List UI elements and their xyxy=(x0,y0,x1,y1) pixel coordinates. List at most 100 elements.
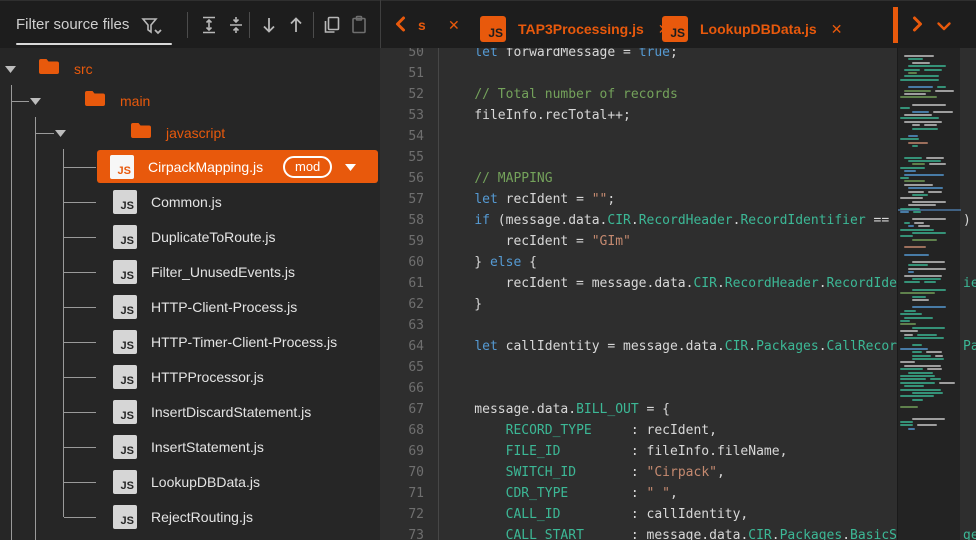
minimap-code-line xyxy=(912,61,931,64)
minimap-code-line xyxy=(925,351,943,354)
tree-item-HTTPProcessor.js[interactable]: JS HTTPProcessor.js xyxy=(0,359,380,394)
tree-item-HTTP-Client-Process.js[interactable]: JS HTTP-Client-Process.js xyxy=(0,289,380,324)
tabs-scroll-left-icon[interactable] xyxy=(392,15,410,38)
tree-item-HTTP-Timer-Client-Process.js[interactable]: JS HTTP-Timer-Client-Process.js xyxy=(0,324,380,359)
minimap-code-line xyxy=(912,124,921,127)
item-menu-caret-icon[interactable] xyxy=(345,158,356,176)
tree-item-CirpackMapping.js[interactable]: JS CirpackMapping.js mod xyxy=(0,149,380,184)
truncated-tab-fragment[interactable]: s xyxy=(418,17,425,33)
tree-item-main[interactable]: main xyxy=(0,85,380,117)
minimap-code-line xyxy=(912,110,929,113)
minimap-code-line xyxy=(900,107,911,110)
tabs-dropdown-icon[interactable] xyxy=(936,20,952,38)
tree-connector-line xyxy=(64,166,96,168)
minimap-code-line xyxy=(904,93,926,95)
tree-item-Common.js[interactable]: JS Common.js xyxy=(0,184,380,219)
code-line: recIdent = message.data.CIR.RecordHeader… xyxy=(443,276,897,291)
tree-item-LookupDBData.js[interactable]: JS LookupDBData.js xyxy=(0,464,380,499)
code-editor[interactable]: let forwardMessage = true; // Total numb… xyxy=(380,48,897,540)
minimap-code-line xyxy=(912,200,946,203)
tree-item-DuplicateToRoute.js[interactable]: JS DuplicateToRoute.js xyxy=(0,219,380,254)
minimap-code-line xyxy=(908,65,946,68)
js-file-icon: JS xyxy=(113,294,137,319)
minimap[interactable] xyxy=(897,48,961,540)
tree-item-src[interactable]: src xyxy=(0,53,380,85)
file-label: RejectRouting.js xyxy=(151,508,253,525)
file-label: CirpackMapping.js xyxy=(148,158,264,175)
tab-splitter-handle[interactable] xyxy=(893,7,898,43)
file-label: LookupDBData.js xyxy=(151,473,260,490)
tab-LookupDBData.js[interactable]: JS LookupDBData.js ✕ xyxy=(662,9,842,49)
minimap-code-line xyxy=(900,347,928,350)
toolbar-separator xyxy=(313,12,314,38)
filter-source-files-input[interactable] xyxy=(16,10,138,38)
minimap-code-line xyxy=(912,211,921,213)
minimap-code-line xyxy=(900,197,923,200)
close-icon[interactable]: ✕ xyxy=(448,18,460,32)
code-line: if (message.data.CIR.RecordHeader.Record… xyxy=(474,213,897,228)
minimap-code-line xyxy=(904,221,911,224)
collapse-vertical-icon[interactable] xyxy=(226,15,246,35)
minimap-code-line xyxy=(912,194,929,196)
minimap-code-line xyxy=(912,392,944,394)
minimap-code-line xyxy=(908,271,915,274)
tree-item-Filter_UnusedEvents.js[interactable]: JS Filter_UnusedEvents.js xyxy=(0,254,380,289)
minimap-code-line xyxy=(900,313,923,316)
file-tree-panel: src main javascript JS CirpackMapping.js mod J… xyxy=(0,48,380,540)
tree-item-InsertStatement.js[interactable]: JS InsertStatement.js xyxy=(0,429,380,464)
code-line: } xyxy=(443,297,483,312)
code-editor-pane: 50 51 52 53 54 55 56 57 58 59 60 61 62 63 64 65 66 67 68 69… xyxy=(380,48,976,540)
tab-TAP3Processing.js[interactable]: JSTAP3Processing.js✕ xyxy=(480,9,670,49)
minimap-code-line xyxy=(904,120,943,123)
minimap-code-line xyxy=(904,253,930,256)
tree-item-RejectRouting.js[interactable]: JS RejectRouting.js xyxy=(0,499,380,534)
chevron-down-icon[interactable] xyxy=(55,124,66,142)
sidebar-toolbar xyxy=(0,1,380,49)
minimap-code-line xyxy=(912,417,946,420)
code-overflow-fragment: ge xyxy=(963,528,976,540)
tree-item-javascript[interactable]: javascript xyxy=(0,117,380,149)
minimap-code-line xyxy=(912,398,924,401)
js-file-icon: JS xyxy=(113,364,137,389)
close-icon[interactable]: ✕ xyxy=(831,22,843,36)
arrow-up-icon[interactable] xyxy=(286,15,306,35)
arrow-down-icon[interactable] xyxy=(259,15,279,35)
minimap-code-line xyxy=(916,333,938,336)
minimap-code-line xyxy=(908,141,928,144)
copy-icon[interactable] xyxy=(322,15,342,35)
tabs-scroll-right-icon[interactable] xyxy=(908,15,926,38)
filter-icon[interactable] xyxy=(140,15,162,35)
minimap-code-line xyxy=(900,388,941,391)
minimap-code-line xyxy=(912,261,946,263)
tree-item-InsertDiscardStatement.js[interactable]: JS InsertDiscardStatement.js xyxy=(0,394,380,429)
file-label: InsertDiscardStatement.js xyxy=(151,403,312,420)
js-file-icon: JS xyxy=(480,16,506,42)
minimap-code-line xyxy=(904,156,923,159)
chevron-down-icon[interactable] xyxy=(5,60,16,78)
minimap-code-line xyxy=(900,381,936,384)
tree-guide-line xyxy=(11,85,12,540)
minimap-code-line xyxy=(900,78,940,81)
minimap-code-line xyxy=(936,86,946,89)
minimap-code-line xyxy=(904,246,927,249)
minimap-code-line xyxy=(904,75,940,78)
chevron-down-icon[interactable] xyxy=(30,92,41,110)
minimap-code-line xyxy=(900,211,909,213)
code-line: CALL_ID : callIdentity, xyxy=(505,507,749,522)
minimap-code-line xyxy=(908,225,915,228)
js-file-icon: JS xyxy=(113,329,137,354)
minimap-code-line xyxy=(927,368,943,371)
tree-guide-line xyxy=(63,149,64,517)
expand-vertical-icon[interactable] xyxy=(199,15,219,35)
modified-badge: mod xyxy=(283,155,333,178)
paste-icon[interactable] xyxy=(349,15,369,35)
tree-connector-line xyxy=(64,271,96,273)
tree-connector-line xyxy=(64,376,96,378)
minimap-code-line xyxy=(928,190,942,193)
js-file-icon: JS xyxy=(110,154,134,179)
minimap-code-line xyxy=(900,117,940,120)
